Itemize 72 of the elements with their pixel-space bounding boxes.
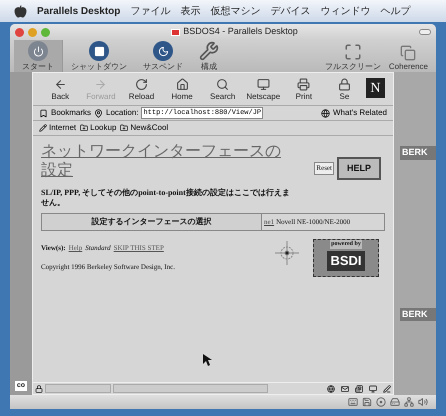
newspaper-icon[interactable] — [355, 384, 363, 392]
page-title: ネットワークインターフェースの設定 — [41, 142, 282, 180]
mouse-pointer-icon — [203, 354, 212, 366]
nav-button[interactable]: Netscape — [244, 78, 283, 103]
folder-icon — [80, 124, 88, 132]
toolbar-button[interactable]: スタート — [14, 40, 63, 72]
toolbar-button[interactable]: 構成 — [191, 40, 227, 72]
whats-related-button[interactable]: What's Related — [333, 107, 387, 119]
nav-button[interactable]: Search — [203, 78, 242, 103]
globe-icon — [321, 108, 330, 118]
globe-icon[interactable] — [327, 384, 335, 392]
monitor-icon[interactable] — [369, 384, 377, 392]
network-icon[interactable] — [404, 397, 414, 407]
netscape-logo: N — [366, 78, 386, 98]
keyboard-icon[interactable] — [348, 397, 358, 407]
pencil-icon — [39, 124, 47, 132]
lock-icon — [35, 384, 43, 392]
printer-icon — [297, 78, 310, 91]
search-icon — [216, 78, 230, 91]
close-button[interactable] — [15, 28, 24, 36]
wallpaper-text: BERK — [400, 146, 436, 160]
toolbar-button[interactable]: シャットダウン — [63, 40, 135, 72]
nav-button[interactable]: Reload — [122, 78, 161, 103]
window-icon — [171, 28, 180, 36]
pin-icon — [94, 108, 104, 118]
apple-icon[interactable] — [14, 4, 27, 18]
power-icon — [28, 41, 48, 61]
menu-item[interactable]: デバイス — [270, 4, 310, 18]
compass-icon — [275, 241, 299, 265]
toolbar-button[interactable]: サスペンド — [135, 40, 191, 72]
menu-item[interactable]: 仮想マシン — [210, 4, 260, 18]
folder-icon — [120, 124, 128, 132]
toolbar-toggle-button[interactable] — [419, 29, 431, 35]
monitor-icon — [256, 78, 270, 91]
wallpaper-text: BERK — [400, 308, 436, 321]
bookmarks-button[interactable]: Bookmarks — [51, 107, 92, 119]
location-label: Location: — [106, 107, 138, 119]
back-arrow-icon — [54, 78, 67, 91]
nav-button[interactable]: Back — [41, 78, 80, 103]
help-button[interactable]: HELP — [336, 156, 381, 180]
stop-icon — [89, 41, 109, 61]
disc-icon[interactable] — [376, 397, 386, 407]
note-text: SL/IP, PPP, そしてその他のpoint-to-point接続の設定はここでは行えません。 — [41, 188, 291, 208]
table-header-cell: 設定するインターフェースの選択 — [42, 214, 262, 230]
menu-item[interactable]: ヘルプ — [380, 4, 410, 18]
menu-item[interactable]: Parallels Desktop — [37, 4, 120, 18]
nav-button[interactable]: Se — [325, 78, 364, 103]
menu-item[interactable]: ウィンドウ — [320, 4, 370, 18]
personal-toolbar-link[interactable]: Lookup — [90, 122, 116, 134]
nav-button[interactable]: Home — [162, 78, 202, 103]
mail-icon[interactable] — [341, 384, 349, 392]
floppy-icon[interactable] — [362, 397, 372, 407]
windows-icon — [400, 45, 416, 61]
speaker-icon[interactable] — [418, 397, 428, 407]
nav-button[interactable]: Print — [284, 78, 324, 103]
toolbar-button[interactable]: Coherence — [384, 40, 432, 72]
forward-arrow-icon — [94, 78, 108, 91]
reload-icon — [134, 78, 148, 91]
menu-item[interactable]: ファイル — [130, 4, 170, 18]
pencil-icon[interactable] — [383, 384, 391, 392]
lock-icon — [338, 78, 351, 91]
menu-item[interactable]: 表示 — [180, 4, 200, 18]
hard-drive-icon[interactable] — [390, 397, 400, 407]
house-icon — [176, 78, 189, 91]
wrench-icon — [199, 41, 219, 61]
toolbar-button[interactable]: フルスクリーン — [320, 40, 385, 72]
window-title: BSDOS4 - Parallels Desktop — [183, 25, 298, 38]
moon-icon — [153, 41, 173, 61]
personal-toolbar-link[interactable]: New&Cool — [130, 122, 168, 134]
fullscreen-icon — [344, 43, 362, 61]
bookmark-icon — [39, 108, 48, 118]
personal-toolbar-link[interactable]: Internet — [49, 122, 76, 134]
